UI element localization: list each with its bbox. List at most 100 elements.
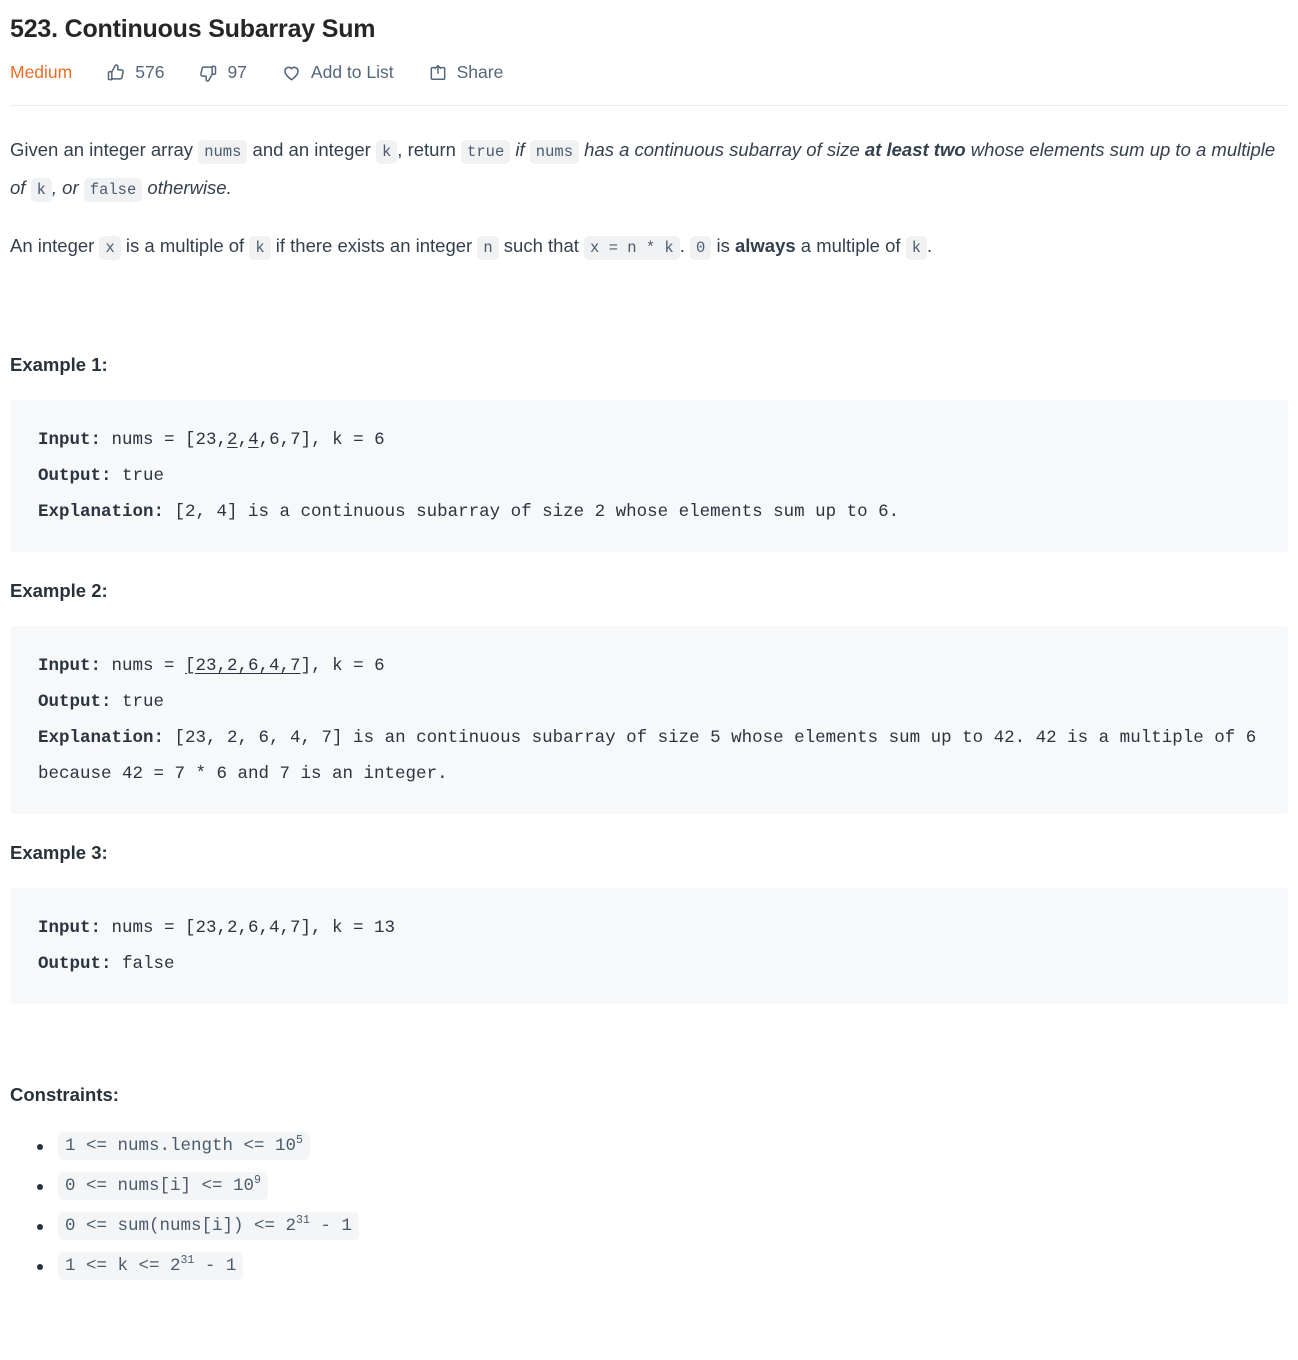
constraint-tail: - 1 xyxy=(309,1216,352,1236)
input-label: Input: xyxy=(38,656,102,676)
share-label: Share xyxy=(456,62,504,82)
desc-text-italic: otherwise. xyxy=(142,177,232,198)
code-true: true xyxy=(461,140,511,164)
share-button[interactable]: Share xyxy=(428,62,504,83)
input-value: nums = [23,2,6,4,7], k = 13 xyxy=(101,918,396,938)
share-icon xyxy=(428,63,448,83)
desc-text: a multiple of xyxy=(795,235,906,256)
example-1-code: Input: nums = [23,2,4,6,7], k = 6 Output… xyxy=(10,400,1288,552)
output-label: Output: xyxy=(38,954,112,974)
output-value: true xyxy=(111,692,165,712)
output-value: false xyxy=(111,954,175,974)
output-label: Output: xyxy=(38,466,112,486)
constraint-code: 1 <= nums.length <= 105 xyxy=(58,1132,310,1160)
code-k: k xyxy=(375,140,398,164)
list-item: 0 <= nums[i] <= 109 xyxy=(37,1172,1288,1200)
desc-text: An integer xyxy=(10,235,100,256)
highlight-array: [23,2,6,4,7 xyxy=(185,656,301,676)
code-equation: x = n * k xyxy=(584,236,680,260)
constraint-code: 0 <= nums[i] <= 109 xyxy=(58,1172,268,1200)
problem-content: Given an integer array nums and an integ… xyxy=(0,132,1298,1280)
desc-text: , return xyxy=(397,139,462,160)
input-label: Input: xyxy=(38,918,102,938)
explanation-label: Explanation: xyxy=(38,502,165,522)
example-3-code: Input: nums = [23,2,6,4,7], k = 13 Outpu… xyxy=(10,888,1288,1004)
input-label: Input: xyxy=(38,430,102,450)
explanation-value: [2, 4] is a continuous subarray of size … xyxy=(164,502,900,522)
add-to-list-label: Add to List xyxy=(310,62,394,82)
desc-text-italic: if xyxy=(510,139,530,160)
input-value-post: ,6,7], k = 6 xyxy=(258,430,385,450)
input-value-pre: nums = xyxy=(101,656,186,676)
code-k: k xyxy=(249,236,271,260)
desc-text: such that xyxy=(498,235,585,256)
example-1-heading: Example 1: xyxy=(10,354,108,375)
input-value-post: ], k = 6 xyxy=(300,656,385,676)
difficulty-badge: Medium xyxy=(10,62,73,82)
add-to-list-button[interactable]: Add to List xyxy=(281,62,394,83)
list-item: 1 <= k <= 231 - 1 xyxy=(37,1252,1288,1280)
page-title: 523. Continuous Subarray Sum xyxy=(10,15,376,43)
header-divider xyxy=(10,105,1288,106)
description-paragraph-1: Given an integer array nums and an integ… xyxy=(10,132,1288,208)
explanation-value: [23, 2, 6, 4, 7] is an continuous subarr… xyxy=(38,728,1267,784)
list-item: 1 <= nums.length <= 105 xyxy=(37,1132,1288,1160)
dislike-count: 97 xyxy=(227,62,247,82)
code-n: n xyxy=(477,236,499,260)
constraint-exponent: 5 xyxy=(296,1134,303,1148)
problem-meta-row: Medium 576 97 Add to List Share xyxy=(0,46,1298,83)
input-value-pre: nums = [23, xyxy=(101,430,228,450)
desc-text: is a multiple of xyxy=(120,235,250,256)
code-false: false xyxy=(83,178,143,202)
explanation-label: Explanation: xyxy=(38,728,165,748)
example-2-code: Input: nums = [23,2,6,4,7], k = 6 Output… xyxy=(10,626,1288,814)
thumbs-down-icon xyxy=(198,63,218,83)
constraint-code: 1 <= k <= 231 - 1 xyxy=(58,1252,244,1280)
desc-text: Given an integer array xyxy=(10,139,199,160)
desc-text-italic: has a continuous subarray of size xyxy=(579,139,865,160)
desc-text-italic: , or xyxy=(51,177,84,198)
constraint-base: 0 <= nums[i] <= 10 xyxy=(65,1176,255,1196)
code-nums: nums xyxy=(198,140,248,164)
dislike-button[interactable]: 97 xyxy=(198,62,247,83)
constraint-base: 0 <= sum(nums[i]) <= 2 xyxy=(65,1216,297,1236)
like-button[interactable]: 576 xyxy=(106,62,164,83)
constraint-exponent: 31 xyxy=(180,1254,195,1268)
output-label: Output: xyxy=(38,692,112,712)
problem-page: 523. Continuous Subarray Sum Medium 576 … xyxy=(0,0,1298,1280)
description-paragraph-2: An integer x is a multiple of k if there… xyxy=(10,228,1288,266)
highlight-num: 4 xyxy=(248,430,259,450)
list-item: 0 <= sum(nums[i]) <= 231 - 1 xyxy=(37,1212,1288,1240)
desc-text: if there exists an integer xyxy=(270,235,478,256)
code-k: k xyxy=(30,178,52,202)
desc-text: . xyxy=(679,235,691,256)
code-k: k xyxy=(905,236,927,260)
desc-text-bold-italic: at least two xyxy=(864,139,966,160)
desc-text: and an integer xyxy=(247,139,376,160)
constraint-code: 0 <= sum(nums[i]) <= 231 - 1 xyxy=(58,1212,359,1240)
code-x: x xyxy=(99,236,121,260)
thumbs-up-icon xyxy=(106,63,126,83)
desc-text: . xyxy=(927,235,933,256)
constraint-base: 1 <= nums.length <= 10 xyxy=(65,1136,297,1156)
constraint-base: 1 <= k <= 2 xyxy=(65,1256,181,1276)
constraint-exponent: 31 xyxy=(296,1214,310,1228)
heart-icon xyxy=(281,62,302,83)
code-zero: 0 xyxy=(690,236,712,260)
desc-text-bold: always xyxy=(734,235,796,256)
constraint-tail: - 1 xyxy=(194,1256,237,1276)
example-3-heading: Example 3: xyxy=(10,842,108,863)
desc-text: is xyxy=(711,235,735,256)
constraints-list: 1 <= nums.length <= 105 0 <= nums[i] <= … xyxy=(10,1132,1288,1280)
output-value: true xyxy=(111,466,165,486)
highlight-num: 2 xyxy=(227,430,238,450)
constraints-heading: Constraints: xyxy=(10,1084,119,1105)
like-count: 576 xyxy=(135,62,165,82)
code-nums: nums xyxy=(529,140,580,164)
constraint-exponent: 9 xyxy=(254,1174,261,1188)
example-2-heading: Example 2: xyxy=(10,580,108,601)
